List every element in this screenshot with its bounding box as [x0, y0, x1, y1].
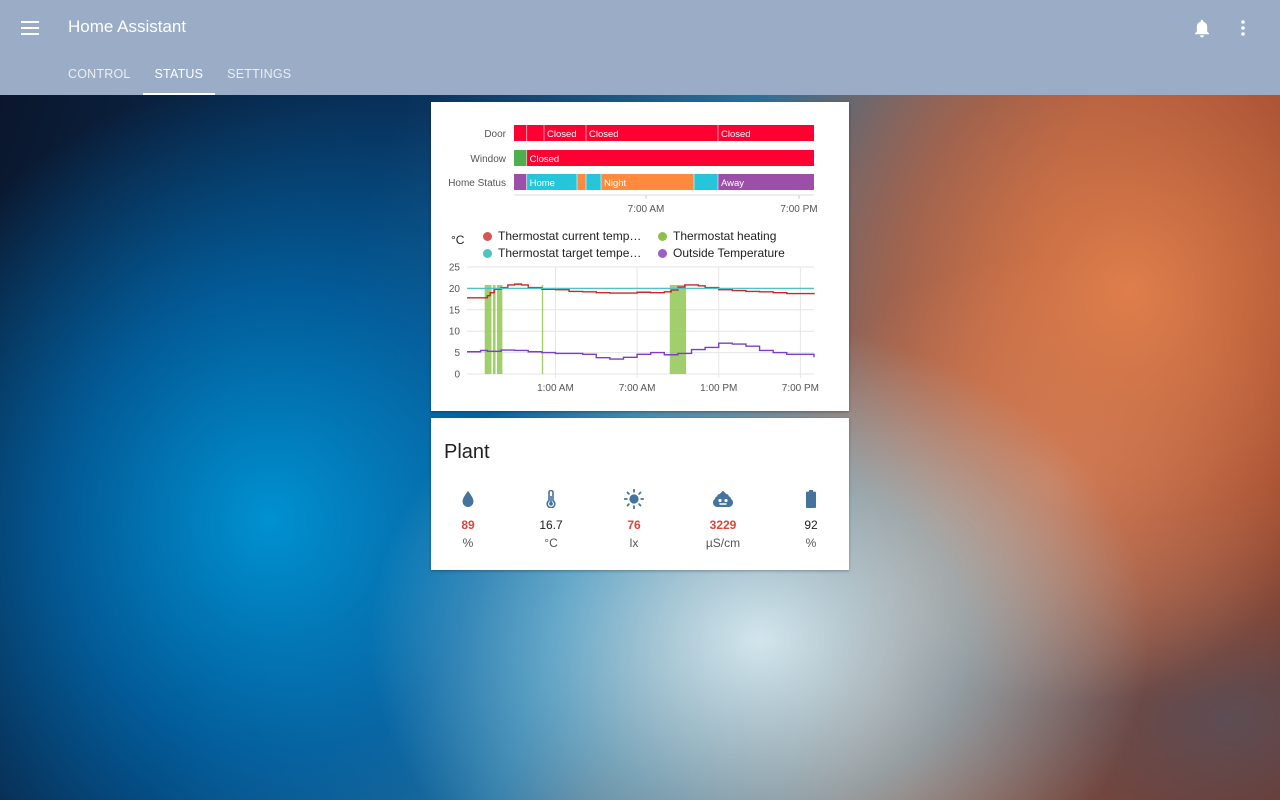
y-tick-label: 5 [454, 348, 460, 359]
y-tick-label: 10 [449, 327, 461, 338]
app-header: Home Assistant CONTROL STATUS SETTINGS [0, 0, 1280, 95]
bell-icon [1195, 19, 1209, 37]
menu-button[interactable] [14, 12, 46, 44]
attr-unit: µS/cm [705, 536, 741, 550]
series-line [467, 342, 815, 360]
menu-icon [21, 21, 39, 35]
y-tick-label: 20 [449, 284, 461, 295]
series-line [467, 283, 815, 299]
plant-attr-conductivity[interactable]: 3229 µS/cm [693, 488, 753, 550]
battery-icon [781, 488, 841, 510]
attr-unit: % [805, 536, 817, 550]
plant-card: Plant 89 % 16.7 °C 76 lx 3229 µS/cm 92 % [431, 418, 849, 570]
notifications-button[interactable] [1186, 12, 1218, 44]
thermometer-icon [521, 488, 581, 510]
water-drop-icon [438, 488, 498, 510]
y-tick-label: 25 [449, 263, 461, 274]
plant-attributes: 89 % 16.7 °C 76 lx 3229 µS/cm 92 % [431, 488, 849, 558]
attr-value: 3229 [709, 518, 737, 532]
history-card: Door Closed Closed Closed Window Closed Home S… [431, 102, 849, 411]
sun-icon [604, 488, 664, 510]
plant-attr-brightness[interactable]: 76 lx [604, 488, 664, 550]
attr-unit: °C [544, 536, 558, 550]
plant-attr-moisture[interactable]: 89 % [438, 488, 498, 550]
x-tick-label: 7:00 AM [619, 383, 656, 394]
fertilizer-icon [693, 488, 753, 510]
attr-value: 89 [461, 518, 475, 532]
x-tick-label: 1:00 AM [537, 383, 574, 394]
more-options-button[interactable] [1227, 12, 1259, 44]
app-title: Home Assistant [68, 17, 187, 36]
tab-settings[interactable]: SETTINGS [215, 56, 303, 95]
heating-period-bar [496, 284, 503, 374]
plant-attr-temperature[interactable]: 16.7 °C [521, 488, 581, 550]
temperature-chart: 0 5 10 15 20 25 1:00 AM 7:00 AM 1:00 PM 7:00 PM [449, 263, 819, 395]
tab-control[interactable]: CONTROL [56, 56, 143, 95]
attr-unit: lx [629, 536, 639, 550]
heating-period-bar [669, 284, 687, 374]
plant-attr-battery[interactable]: 92 % [781, 488, 841, 550]
tab-bar: CONTROL STATUS SETTINGS [56, 56, 303, 95]
tab-status[interactable]: STATUS [142, 56, 216, 95]
y-tick-label: 15 [449, 305, 461, 316]
plant-title: Plant [444, 441, 490, 463]
x-tick-label: 1:00 PM [700, 383, 737, 394]
x-tick-label: 7:00 PM [782, 383, 819, 394]
attr-value: 16.7 [539, 518, 563, 532]
attr-value: 76 [627, 518, 641, 532]
attr-unit: % [462, 536, 474, 550]
y-tick-label: 0 [454, 370, 460, 381]
heating-period-bar [492, 284, 496, 374]
heating-period-bar [541, 284, 544, 374]
attr-value: 92 [804, 518, 818, 532]
more-vert-icon [1241, 20, 1245, 36]
